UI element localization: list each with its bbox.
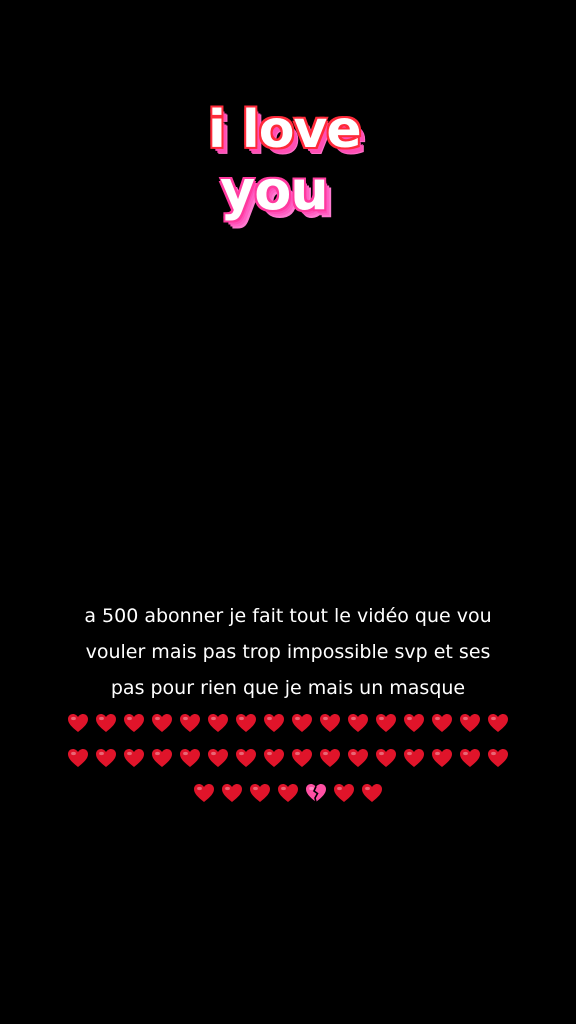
red-heart-icon — [249, 783, 271, 803]
broken-heart-icon — [305, 783, 327, 803]
red-heart-icon — [319, 713, 341, 733]
red-heart-icon — [375, 748, 397, 768]
red-heart-icon — [347, 713, 369, 733]
video-screen: i love you a 500 abonner je fait tout le… — [0, 0, 576, 1024]
red-heart-icon — [67, 748, 89, 768]
red-heart-icon — [263, 748, 285, 768]
red-heart-icon — [221, 783, 243, 803]
red-heart-icon — [123, 713, 145, 733]
sticker-text-line-1: i love — [208, 100, 362, 160]
caption-line-3: pas pour rien que je mais un masque — [110, 677, 466, 699]
red-heart-icon — [291, 748, 313, 768]
red-heart-icon — [333, 783, 355, 803]
caption-line-2: vouler mais pas trop impossible svp et s… — [85, 641, 491, 663]
red-heart-icon — [95, 748, 117, 768]
red-heart-icon — [193, 783, 215, 803]
red-heart-icon — [431, 748, 453, 768]
red-heart-icon — [291, 713, 313, 733]
red-heart-icon — [235, 748, 257, 768]
red-heart-icon — [123, 748, 145, 768]
i-love-you-sticker: i love you — [198, 96, 368, 256]
red-heart-icon — [459, 748, 481, 768]
red-heart-icon — [67, 713, 89, 733]
video-caption: a 500 abonner je fait tout le vidéo que … — [20, 598, 556, 811]
red-heart-icon — [375, 713, 397, 733]
red-heart-icon — [487, 748, 509, 768]
red-heart-icon — [95, 713, 117, 733]
hearts-row — [20, 706, 556, 741]
red-heart-icon — [403, 713, 425, 733]
red-heart-icon — [179, 748, 201, 768]
red-heart-icon — [151, 748, 173, 768]
red-heart-icon — [277, 783, 299, 803]
caption-line-1: a 500 abonner je fait tout le vidéo que … — [84, 605, 492, 627]
red-heart-icon — [403, 748, 425, 768]
red-heart-icon — [487, 713, 509, 733]
hearts-row — [20, 776, 556, 811]
red-heart-icon — [151, 713, 173, 733]
red-heart-icon — [235, 713, 257, 733]
red-heart-icon — [431, 713, 453, 733]
red-heart-icon — [361, 783, 383, 803]
red-heart-icon — [319, 748, 341, 768]
red-heart-icon — [207, 748, 229, 768]
hearts-emoji-rows — [20, 706, 556, 811]
red-heart-icon — [179, 713, 201, 733]
red-heart-icon — [459, 713, 481, 733]
red-heart-icon — [263, 713, 285, 733]
hearts-row — [20, 741, 556, 776]
red-heart-icon — [347, 748, 369, 768]
red-heart-icon — [207, 713, 229, 733]
sticker-text-line-2: you — [220, 159, 329, 222]
